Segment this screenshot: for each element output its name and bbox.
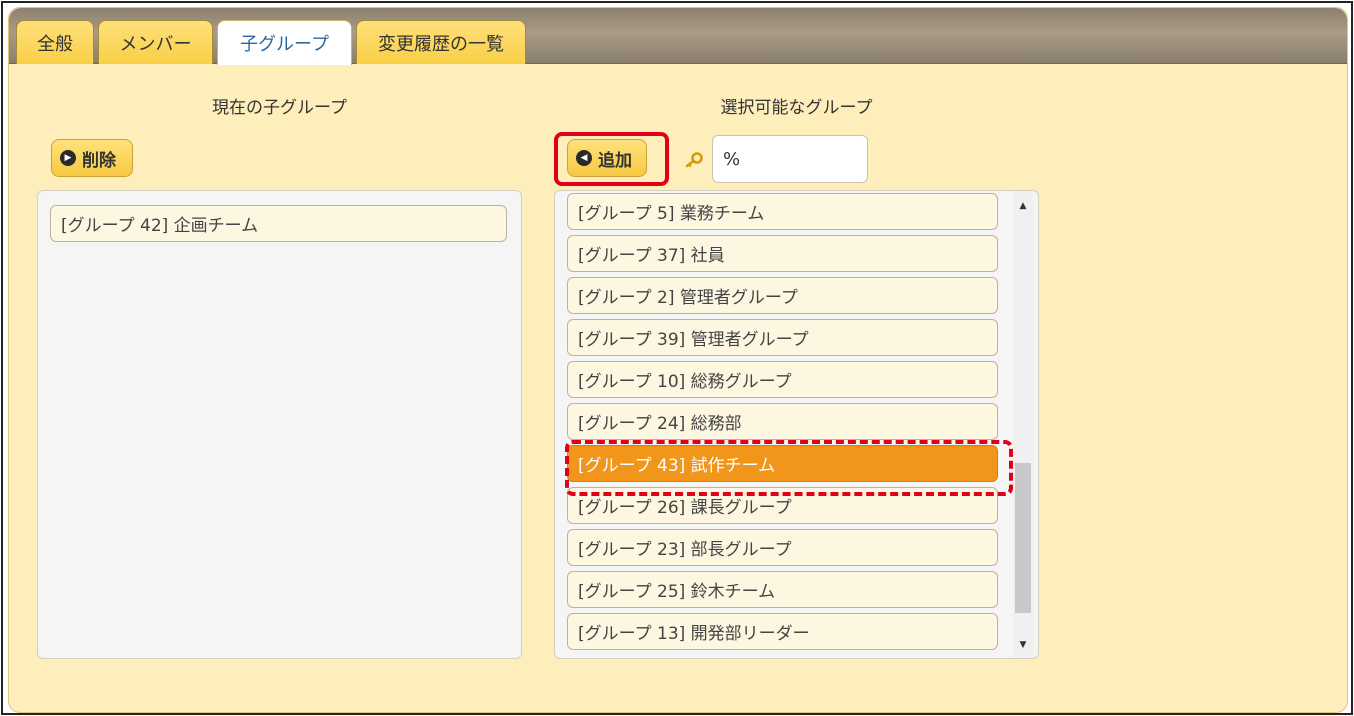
scroll-down-arrow-icon[interactable]: ▼ [1013, 636, 1033, 654]
remove-button-label: 削除 [82, 150, 116, 171]
group-settings-panel: 全般 メンバー 子グループ 変更履歴の一覧 現在の子グループ ▶ 削除 [グルー… [8, 7, 1348, 713]
tab-members[interactable]: メンバー [98, 20, 213, 64]
tab-bar: 全般 メンバー 子グループ 変更履歴の一覧 [9, 8, 1347, 65]
list-item[interactable]: [グループ 5] 業務チーム [567, 193, 998, 230]
remove-button[interactable]: ▶ 削除 [51, 139, 133, 177]
list-item[interactable]: [グループ 10] 総務グループ [567, 361, 998, 398]
arrow-left-circle-icon: ◀ [576, 150, 592, 166]
list-item[interactable]: [グループ 25] 鈴木チーム [567, 571, 998, 608]
list-item[interactable]: [グループ 42] 企画チーム [50, 205, 507, 242]
available-groups-list[interactable]: [グループ 5] 業務チーム [グループ 37] 社員 [グループ 2] 管理者… [554, 190, 1039, 659]
list-item[interactable]: [グループ 23] 部長グループ [567, 529, 998, 566]
tab-general[interactable]: 全般 [16, 20, 94, 64]
list-item-selected[interactable]: [グループ 43] 試作チーム [567, 445, 998, 482]
list-item[interactable]: [グループ 2] 管理者グループ [567, 277, 998, 314]
tab-change-history[interactable]: 変更履歴の一覧 [356, 20, 526, 64]
list-item[interactable]: [グループ 24] 総務部 [567, 403, 998, 440]
current-child-groups-title: 現在の子グループ [212, 98, 347, 118]
arrow-right-circle-icon: ▶ [60, 150, 76, 166]
add-button[interactable]: ◀ 追加 [567, 139, 647, 177]
list-item[interactable]: [グループ 37] 社員 [567, 235, 998, 272]
list-item[interactable]: [グループ 13] 開発部リーダー [567, 613, 998, 650]
scroll-thumb[interactable] [1015, 463, 1031, 613]
window-frame: 全般 メンバー 子グループ 変更履歴の一覧 現在の子グループ ▶ 削除 [グルー… [1, 1, 1353, 715]
current-child-groups-list[interactable]: [グループ 42] 企画チーム [37, 190, 522, 659]
list-item[interactable]: [グループ 26] 課長グループ [567, 487, 998, 524]
add-button-label: 追加 [598, 150, 632, 171]
list-item[interactable]: [グループ 39] 管理者グループ [567, 319, 998, 356]
scroll-up-arrow-icon[interactable]: ▲ [1013, 197, 1033, 215]
available-groups-title: 選択可能なグループ [720, 98, 873, 118]
list-scrollbar[interactable]: ▲ ▼ [1013, 191, 1033, 658]
tab-child-groups[interactable]: 子グループ [217, 20, 352, 65]
key-icon [685, 152, 703, 168]
group-search-input[interactable] [712, 135, 868, 183]
